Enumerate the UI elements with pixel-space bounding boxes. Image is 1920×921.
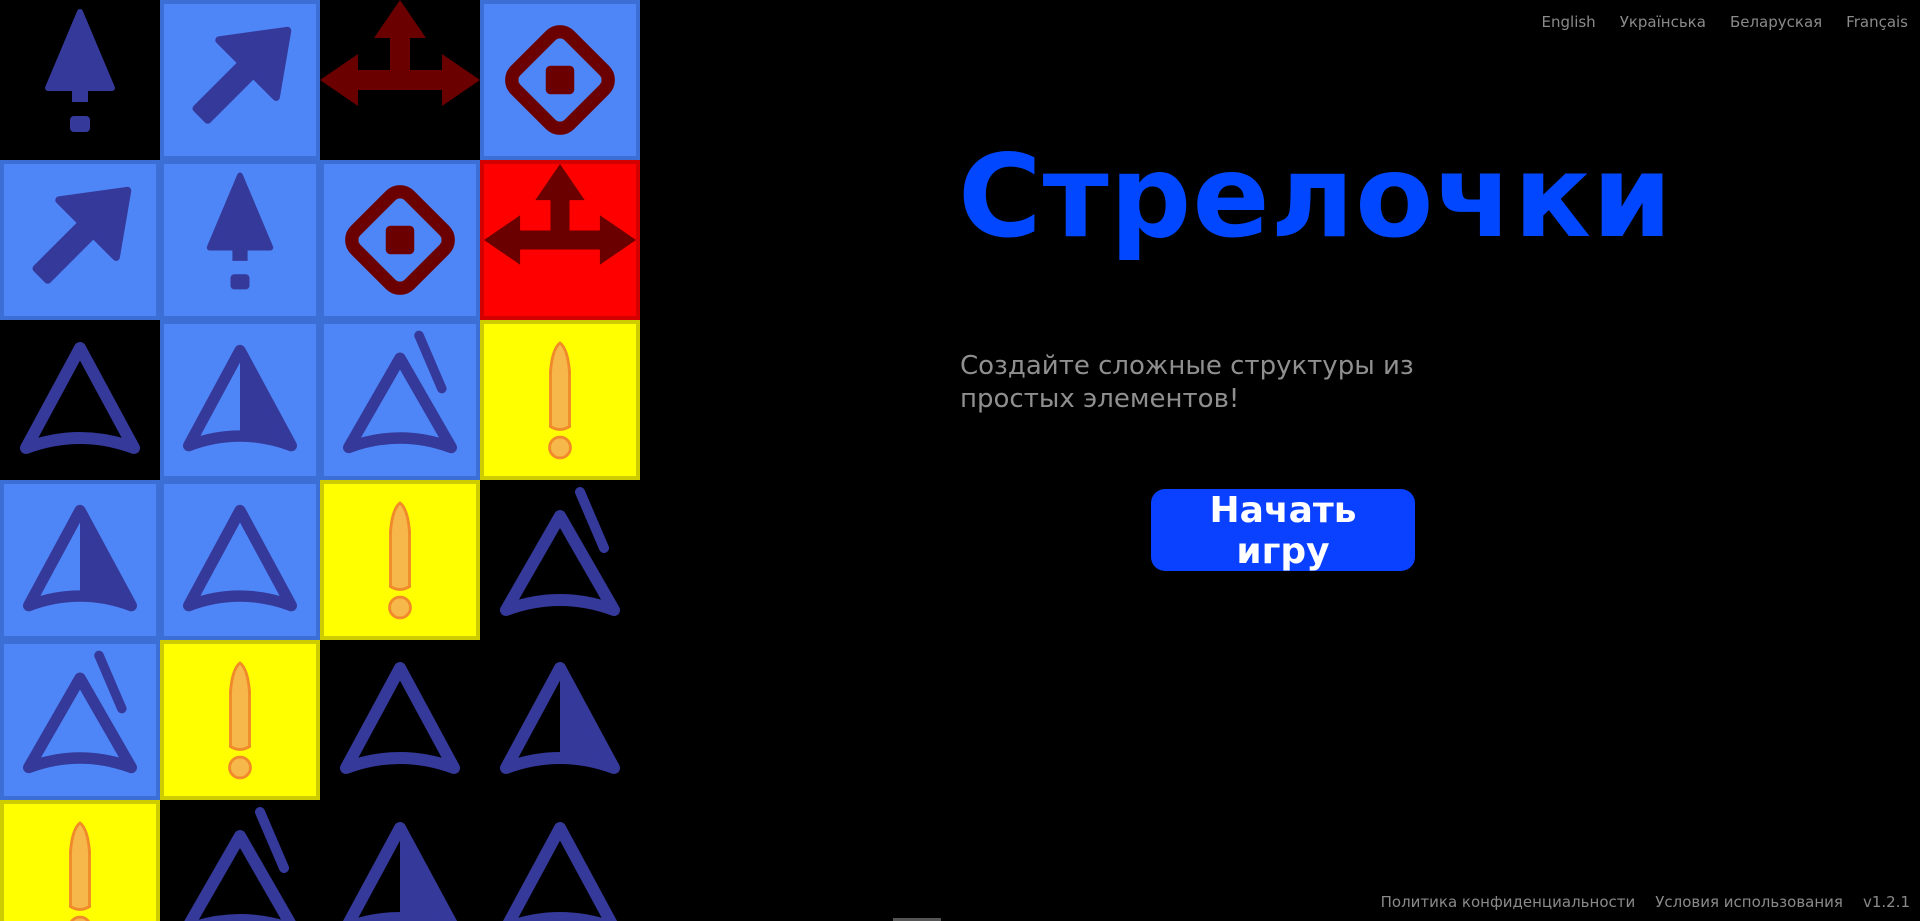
board-cell[interactable]: [0, 800, 160, 921]
board-cell[interactable]: [320, 320, 480, 480]
privacy-policy-link[interactable]: Политика конфиденциальности: [1381, 893, 1636, 911]
terms-of-use-link[interactable]: Условия использования: [1655, 893, 1843, 911]
board-cell[interactable]: [320, 0, 480, 160]
game-subtitle: Создайте сложные структуры из простых эл…: [960, 351, 1414, 414]
game-title: Стрелочки: [958, 130, 1673, 263]
exclamation-icon: [228, 661, 252, 780]
footer: Политика конфиденциальности Условия испо…: [1381, 893, 1910, 911]
board-cell[interactable]: [160, 160, 320, 320]
diagonal-arrow-icon: [192, 26, 292, 124]
board-cell[interactable]: [160, 320, 320, 480]
board-cell[interactable]: [160, 480, 320, 640]
language-link-belarusian[interactable]: Беларуская: [1730, 13, 1822, 31]
start-game-button[interactable]: Начать игру: [1151, 489, 1415, 572]
board-cell[interactable]: [480, 480, 640, 640]
three-way-arrow-icon: [484, 164, 636, 265]
board-cell[interactable]: [160, 640, 320, 800]
up-arrow-icon: [206, 172, 274, 290]
language-link-ukrainian[interactable]: Українська: [1620, 13, 1706, 31]
half-filled-triangle-icon: [23, 504, 137, 612]
language-link-french[interactable]: Français: [1846, 13, 1908, 31]
diamond-stop-icon: [505, 25, 615, 135]
half-filled-triangle-icon: [183, 344, 297, 452]
board-cell[interactable]: [160, 0, 320, 160]
diagonal-arrow-icon: [32, 186, 132, 284]
language-switcher: English Українська Беларуская Français: [1542, 13, 1908, 31]
up-arrow-icon: [45, 9, 115, 132]
game-board[interactable]: [0, 0, 644, 921]
board-cell[interactable]: [320, 480, 480, 640]
outline-triangle-icon: [20, 342, 140, 454]
language-link-english[interactable]: English: [1542, 13, 1596, 31]
board-cell[interactable]: [320, 800, 480, 921]
board-cell[interactable]: [480, 0, 640, 160]
slashed-triangle-icon: [500, 487, 620, 616]
half-filled-triangle-icon: [342, 822, 458, 921]
board-cell[interactable]: [0, 640, 160, 800]
exclamation-icon: [388, 501, 412, 620]
slashed-triangle-icon: [343, 330, 457, 454]
board-cell[interactable]: [0, 320, 160, 480]
three-way-arrow-icon: [320, 0, 480, 106]
outline-triangle-icon: [183, 504, 297, 612]
exclamation-icon: [548, 341, 572, 460]
board-cell[interactable]: [480, 800, 640, 921]
board-cell[interactable]: [0, 0, 160, 160]
outline-triangle-icon: [502, 822, 618, 921]
slashed-triangle-icon: [23, 650, 137, 774]
board-cell[interactable]: [160, 800, 320, 921]
exclamation-icon: [69, 821, 91, 921]
diamond-stop-icon: [345, 185, 455, 295]
half-filled-triangle-icon: [500, 662, 620, 774]
board-cell[interactable]: [480, 160, 640, 320]
board-cell[interactable]: [0, 480, 160, 640]
board-cell[interactable]: [480, 640, 640, 800]
version-label: v1.2.1: [1862, 893, 1910, 911]
board-cell[interactable]: [320, 160, 480, 320]
board-cell[interactable]: [480, 320, 640, 480]
game-start-screen: English Українська Беларуская Français С…: [0, 0, 1920, 921]
board-cell[interactable]: [0, 160, 160, 320]
board-cell[interactable]: [320, 640, 480, 800]
outline-triangle-icon: [340, 662, 460, 774]
slashed-triangle-icon: [184, 807, 296, 921]
